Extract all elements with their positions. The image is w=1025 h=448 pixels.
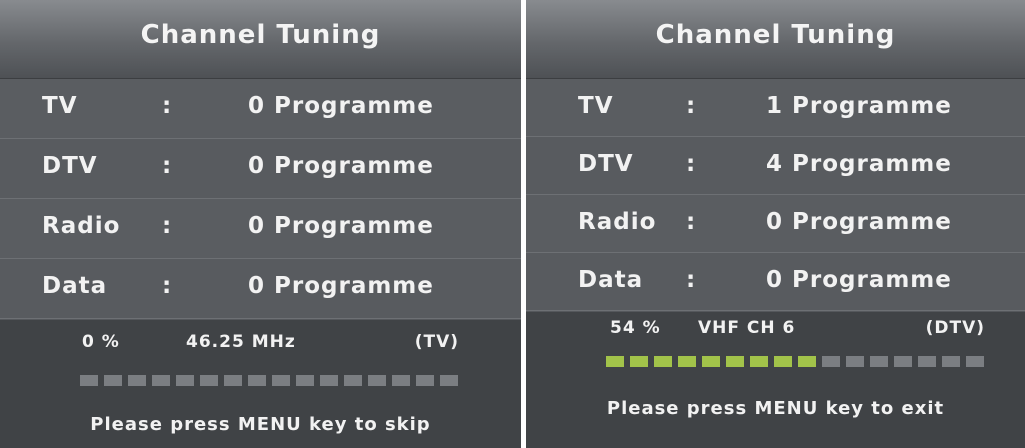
progress-segment-empty bbox=[416, 375, 434, 386]
row-label: Data bbox=[42, 273, 108, 299]
tuning-frequency: 46.25 MHz bbox=[186, 332, 296, 352]
progress-segment-empty bbox=[918, 356, 936, 367]
progress-bar bbox=[606, 356, 984, 367]
progress-segment-filled bbox=[750, 356, 768, 367]
progress-segment-empty bbox=[822, 356, 840, 367]
progress-segment-empty bbox=[320, 375, 338, 386]
progress-segment-filled bbox=[774, 356, 792, 367]
row-value: 0 Programme bbox=[766, 209, 952, 235]
row-value: 0 Programme bbox=[248, 213, 434, 239]
row-radio: Radio : 0 Programme bbox=[526, 195, 1025, 253]
progress-segment-empty bbox=[200, 375, 218, 386]
panel-title: Channel Tuning bbox=[655, 20, 896, 50]
row-separator: : bbox=[162, 273, 172, 299]
progress-segment-empty bbox=[248, 375, 266, 386]
row-separator: : bbox=[686, 151, 696, 177]
row-separator: : bbox=[686, 93, 696, 119]
row-separator: : bbox=[686, 267, 696, 293]
progress-segment-empty bbox=[128, 375, 146, 386]
tuning-mode: (DTV) bbox=[925, 318, 985, 338]
row-tv: TV : 0 Programme bbox=[0, 79, 521, 139]
progress-segment-filled bbox=[630, 356, 648, 367]
menu-key-hint: Please press MENU key to exit bbox=[606, 398, 945, 419]
row-separator: : bbox=[162, 93, 172, 119]
progress-percent: 0 % bbox=[82, 332, 120, 352]
progress-segment-empty bbox=[440, 375, 458, 386]
progress-segment-empty bbox=[272, 375, 290, 386]
progress-segment-empty bbox=[368, 375, 386, 386]
menu-key-hint: Please press MENU key to skip bbox=[90, 414, 431, 435]
progress-segment-empty bbox=[80, 375, 98, 386]
progress-percent: 54 % bbox=[610, 318, 661, 338]
row-label: Radio bbox=[578, 209, 657, 235]
row-label: Radio bbox=[42, 213, 121, 239]
progress-segment-empty bbox=[966, 356, 984, 367]
progress-segment-filled bbox=[678, 356, 696, 367]
tuning-status: 0 % 46.25 MHz (TV) Please press MENU key… bbox=[0, 320, 521, 448]
progress-segment-empty bbox=[392, 375, 410, 386]
tuning-status: 54 % VHF CH 6 (DTV) Please press MENU ke… bbox=[526, 312, 1025, 448]
progress-segment-empty bbox=[870, 356, 888, 367]
row-separator: : bbox=[162, 153, 172, 179]
channel-tuning-panel-progress: Channel Tuning TV : 1 Programme DTV : 4 … bbox=[526, 0, 1025, 448]
row-value: 0 Programme bbox=[248, 93, 434, 119]
title-bar: Channel Tuning bbox=[0, 0, 521, 79]
row-dtv: DTV : 4 Programme bbox=[526, 137, 1025, 195]
row-label: TV bbox=[578, 93, 614, 119]
row-separator: : bbox=[162, 213, 172, 239]
progress-segment-empty bbox=[942, 356, 960, 367]
tuning-frequency: VHF CH 6 bbox=[698, 318, 796, 338]
row-value: 0 Programme bbox=[766, 267, 952, 293]
progress-segment-empty bbox=[344, 375, 362, 386]
row-label: Data bbox=[578, 267, 644, 293]
row-data: Data : 0 Programme bbox=[0, 259, 521, 319]
programme-count-list: TV : 0 Programme DTV : 0 Programme Radio… bbox=[0, 79, 521, 319]
row-label: TV bbox=[42, 93, 78, 119]
progress-segment-filled bbox=[798, 356, 816, 367]
row-value: 4 Programme bbox=[766, 151, 952, 177]
row-data: Data : 0 Programme bbox=[526, 253, 1025, 311]
progress-segment-empty bbox=[224, 375, 242, 386]
progress-segment-empty bbox=[846, 356, 864, 367]
row-value: 0 Programme bbox=[248, 273, 434, 299]
row-label: DTV bbox=[578, 151, 634, 177]
progress-segment-filled bbox=[654, 356, 672, 367]
row-value: 1 Programme bbox=[766, 93, 952, 119]
programme-count-list: TV : 1 Programme DTV : 4 Programme Radio… bbox=[526, 79, 1025, 311]
panel-title: Channel Tuning bbox=[140, 20, 381, 50]
progress-segment-filled bbox=[606, 356, 624, 367]
row-dtv: DTV : 0 Programme bbox=[0, 139, 521, 199]
row-label: DTV bbox=[42, 153, 98, 179]
progress-segment-filled bbox=[726, 356, 744, 367]
progress-bar bbox=[80, 375, 458, 386]
progress-segment-empty bbox=[296, 375, 314, 386]
row-tv: TV : 1 Programme bbox=[526, 79, 1025, 137]
row-separator: : bbox=[686, 209, 696, 235]
title-bar: Channel Tuning bbox=[526, 0, 1025, 79]
tuning-mode: (TV) bbox=[414, 332, 459, 352]
progress-segment-empty bbox=[104, 375, 122, 386]
progress-segment-empty bbox=[894, 356, 912, 367]
progress-segment-filled bbox=[702, 356, 720, 367]
row-radio: Radio : 0 Programme bbox=[0, 199, 521, 259]
progress-segment-empty bbox=[176, 375, 194, 386]
progress-segment-empty bbox=[152, 375, 170, 386]
row-value: 0 Programme bbox=[248, 153, 434, 179]
channel-tuning-panel-initial: Channel Tuning TV : 0 Programme DTV : 0 … bbox=[0, 0, 521, 448]
